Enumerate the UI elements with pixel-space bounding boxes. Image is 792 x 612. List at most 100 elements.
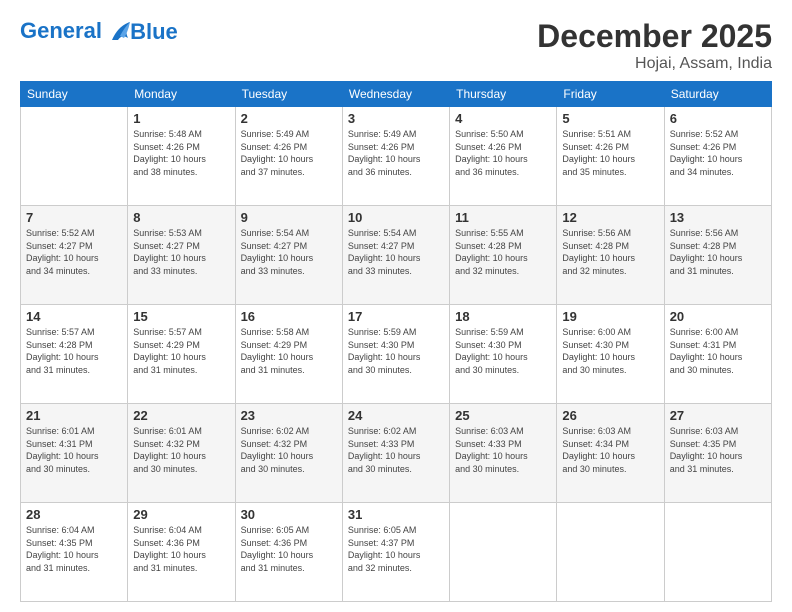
calendar-cell	[557, 503, 664, 602]
day-info: Sunrise: 5:52 AM Sunset: 4:27 PM Dayligh…	[26, 227, 122, 277]
logo-bird-icon	[110, 18, 132, 46]
day-number: 19	[562, 309, 658, 324]
calendar-cell: 22Sunrise: 6:01 AM Sunset: 4:32 PM Dayli…	[128, 404, 235, 503]
logo: General Blue	[20, 18, 178, 46]
calendar-cell	[664, 503, 771, 602]
day-info: Sunrise: 5:55 AM Sunset: 4:28 PM Dayligh…	[455, 227, 551, 277]
col-tuesday: Tuesday	[235, 82, 342, 107]
day-number: 7	[26, 210, 122, 225]
calendar-cell: 30 Sunrise: 6:05 AM Sunset: 4:36 PM Dayli…	[235, 503, 342, 602]
page: General Blue December 2025 Hojai, Assam,…	[0, 0, 792, 612]
day-number: 31	[348, 507, 444, 522]
day-info: Sunrise: 5:54 AM Sunset: 4:27 PM Dayligh…	[241, 227, 337, 277]
calendar-week-row: 14 Sunrise: 5:57 AM Sunset: 4:28 PM Dayli…	[21, 305, 772, 404]
calendar-cell: 13 Sunrise: 5:56 AM Sunset: 4:28 PM Dayli…	[664, 206, 771, 305]
day-number: 14	[26, 309, 122, 324]
calendar-cell: 23 Sunrise: 6:02 AM Sunset: 4:32 PM Dayli…	[235, 404, 342, 503]
day-number: 26	[562, 408, 658, 423]
day-info: Sunrise: 6:04 AM Sunset: 4:36 PM Dayligh…	[133, 524, 229, 574]
calendar-cell: 1Sunrise: 5:48 AM Sunset: 4:26 PM Daylig…	[128, 107, 235, 206]
calendar-cell: 29 Sunrise: 6:04 AM Sunset: 4:36 PM Dayli…	[128, 503, 235, 602]
calendar-cell: 6 Sunrise: 5:52 AM Sunset: 4:26 PM Daylig…	[664, 107, 771, 206]
day-info: Sunrise: 5:51 AM Sunset: 4:26 PM Dayligh…	[562, 128, 658, 178]
day-info: Sunrise: 6:00 AM Sunset: 4:30 PM Dayligh…	[562, 326, 658, 376]
day-number: 13	[670, 210, 766, 225]
calendar-cell: 5 Sunrise: 5:51 AM Sunset: 4:26 PM Daylig…	[557, 107, 664, 206]
calendar-cell: 19 Sunrise: 6:00 AM Sunset: 4:30 PM Dayli…	[557, 305, 664, 404]
day-info: Sunrise: 5:56 AM Sunset: 4:28 PM Dayligh…	[562, 227, 658, 277]
day-number: 25	[455, 408, 551, 423]
day-number: 6	[670, 111, 766, 126]
logo-general: General	[20, 18, 102, 43]
col-saturday: Saturday	[664, 82, 771, 107]
calendar-cell: 24 Sunrise: 6:02 AM Sunset: 4:33 PM Dayli…	[342, 404, 449, 503]
day-info: Sunrise: 6:01 AM Sunset: 4:31 PM Dayligh…	[26, 425, 122, 475]
calendar-week-row: 1Sunrise: 5:48 AM Sunset: 4:26 PM Daylig…	[21, 107, 772, 206]
day-number: 27	[670, 408, 766, 423]
day-number: 11	[455, 210, 551, 225]
calendar-cell: 2Sunrise: 5:49 AM Sunset: 4:26 PM Daylig…	[235, 107, 342, 206]
day-info: Sunrise: 5:49 AM Sunset: 4:26 PM Dayligh…	[348, 128, 444, 178]
day-info: Sunrise: 6:03 AM Sunset: 4:34 PM Dayligh…	[562, 425, 658, 475]
calendar-cell: 31 Sunrise: 6:05 AM Sunset: 4:37 PM Dayli…	[342, 503, 449, 602]
day-number: 3	[348, 111, 444, 126]
calendar-cell: 18Sunrise: 5:59 AM Sunset: 4:30 PM Dayli…	[450, 305, 557, 404]
calendar-cell: 7 Sunrise: 5:52 AM Sunset: 4:27 PM Daylig…	[21, 206, 128, 305]
col-friday: Friday	[557, 82, 664, 107]
day-info: Sunrise: 6:05 AM Sunset: 4:36 PM Dayligh…	[241, 524, 337, 574]
calendar-cell: 11 Sunrise: 5:55 AM Sunset: 4:28 PM Dayli…	[450, 206, 557, 305]
day-info: Sunrise: 6:02 AM Sunset: 4:32 PM Dayligh…	[241, 425, 337, 475]
day-info: Sunrise: 5:59 AM Sunset: 4:30 PM Dayligh…	[348, 326, 444, 376]
day-info: Sunrise: 5:53 AM Sunset: 4:27 PM Dayligh…	[133, 227, 229, 277]
calendar-cell: 3 Sunrise: 5:49 AM Sunset: 4:26 PM Daylig…	[342, 107, 449, 206]
calendar-cell: 8Sunrise: 5:53 AM Sunset: 4:27 PM Daylig…	[128, 206, 235, 305]
calendar-cell: 27 Sunrise: 6:03 AM Sunset: 4:35 PM Dayli…	[664, 404, 771, 503]
day-number: 21	[26, 408, 122, 423]
calendar-cell: 16Sunrise: 5:58 AM Sunset: 4:29 PM Dayli…	[235, 305, 342, 404]
day-info: Sunrise: 6:00 AM Sunset: 4:31 PM Dayligh…	[670, 326, 766, 376]
day-info: Sunrise: 5:52 AM Sunset: 4:26 PM Dayligh…	[670, 128, 766, 178]
day-info: Sunrise: 6:03 AM Sunset: 4:35 PM Dayligh…	[670, 425, 766, 475]
month-year-title: December 2025	[537, 18, 772, 55]
calendar-cell: 12 Sunrise: 5:56 AM Sunset: 4:28 PM Dayli…	[557, 206, 664, 305]
day-number: 24	[348, 408, 444, 423]
day-number: 30	[241, 507, 337, 522]
col-monday: Monday	[128, 82, 235, 107]
calendar-cell: 17 Sunrise: 5:59 AM Sunset: 4:30 PM Dayli…	[342, 305, 449, 404]
calendar-cell: 14 Sunrise: 5:57 AM Sunset: 4:28 PM Dayli…	[21, 305, 128, 404]
day-number: 17	[348, 309, 444, 324]
day-info: Sunrise: 5:57 AM Sunset: 4:28 PM Dayligh…	[26, 326, 122, 376]
day-info: Sunrise: 5:58 AM Sunset: 4:29 PM Dayligh…	[241, 326, 337, 376]
header: General Blue December 2025 Hojai, Assam,…	[20, 18, 772, 73]
day-number: 12	[562, 210, 658, 225]
calendar-cell	[21, 107, 128, 206]
day-info: Sunrise: 6:03 AM Sunset: 4:33 PM Dayligh…	[455, 425, 551, 475]
calendar-cell: 20 Sunrise: 6:00 AM Sunset: 4:31 PM Dayli…	[664, 305, 771, 404]
calendar-cell: 10Sunrise: 5:54 AM Sunset: 4:27 PM Dayli…	[342, 206, 449, 305]
day-number: 20	[670, 309, 766, 324]
day-number: 5	[562, 111, 658, 126]
col-wednesday: Wednesday	[342, 82, 449, 107]
day-number: 4	[455, 111, 551, 126]
day-info: Sunrise: 5:57 AM Sunset: 4:29 PM Dayligh…	[133, 326, 229, 376]
day-info: Sunrise: 5:48 AM Sunset: 4:26 PM Dayligh…	[133, 128, 229, 178]
day-number: 15	[133, 309, 229, 324]
day-info: Sunrise: 6:02 AM Sunset: 4:33 PM Dayligh…	[348, 425, 444, 475]
calendar-cell: 26 Sunrise: 6:03 AM Sunset: 4:34 PM Dayli…	[557, 404, 664, 503]
calendar-cell: 25 Sunrise: 6:03 AM Sunset: 4:33 PM Dayli…	[450, 404, 557, 503]
day-number: 23	[241, 408, 337, 423]
calendar-header-row: Sunday Monday Tuesday Wednesday Thursday…	[21, 82, 772, 107]
day-info: Sunrise: 5:56 AM Sunset: 4:28 PM Dayligh…	[670, 227, 766, 277]
day-info: Sunrise: 5:54 AM Sunset: 4:27 PM Dayligh…	[348, 227, 444, 277]
calendar-week-row: 21 Sunrise: 6:01 AM Sunset: 4:31 PM Dayli…	[21, 404, 772, 503]
calendar-cell: 21 Sunrise: 6:01 AM Sunset: 4:31 PM Dayli…	[21, 404, 128, 503]
day-info: Sunrise: 6:05 AM Sunset: 4:37 PM Dayligh…	[348, 524, 444, 574]
location-subtitle: Hojai, Assam, India	[537, 55, 772, 73]
calendar-cell	[450, 503, 557, 602]
day-number: 22	[133, 408, 229, 423]
day-info: Sunrise: 5:49 AM Sunset: 4:26 PM Dayligh…	[241, 128, 337, 178]
day-number: 29	[133, 507, 229, 522]
calendar-week-row: 28Sunrise: 6:04 AM Sunset: 4:35 PM Dayli…	[21, 503, 772, 602]
logo-blue: Blue	[130, 19, 178, 45]
day-number: 9	[241, 210, 337, 225]
